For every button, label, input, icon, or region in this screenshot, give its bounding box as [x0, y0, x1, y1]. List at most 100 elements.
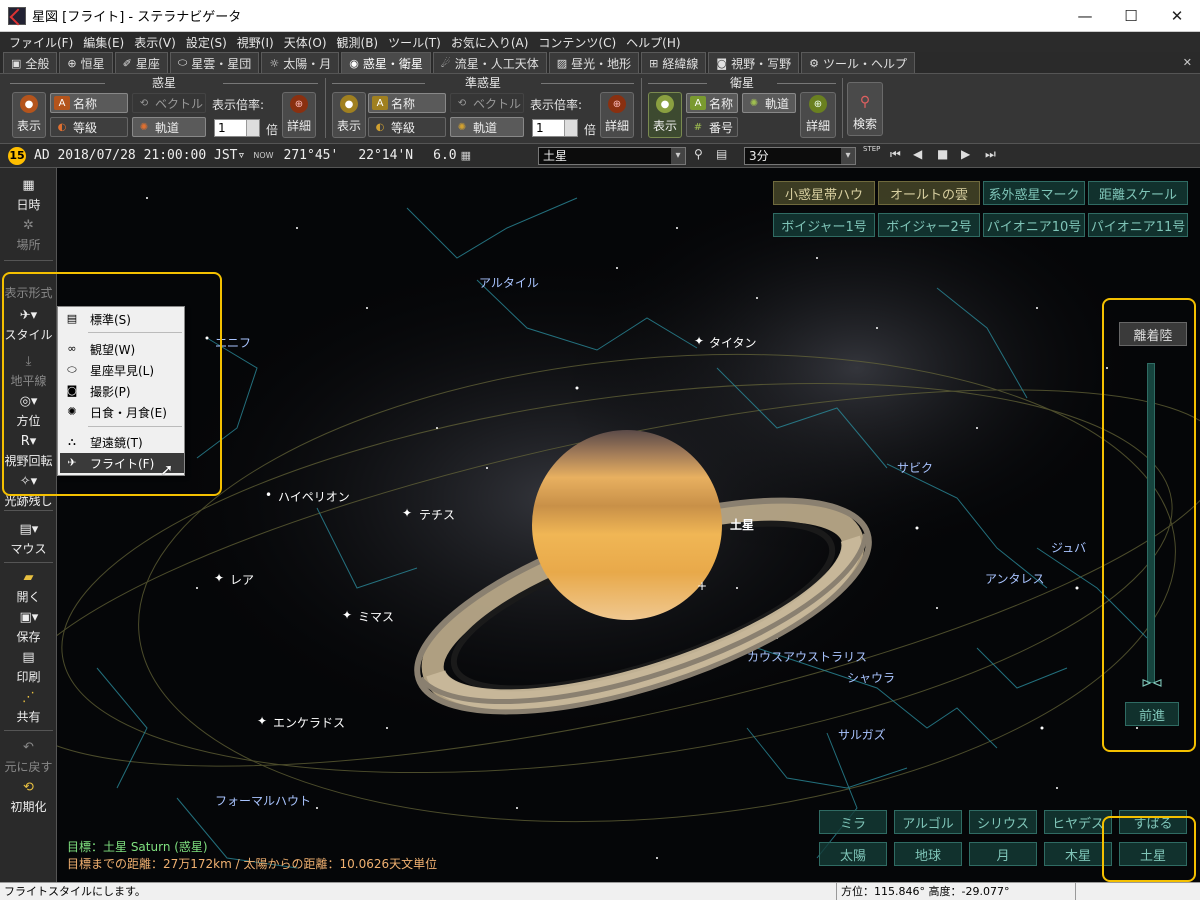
label-rhea[interactable]: レア: [230, 571, 254, 588]
reset-tool[interactable]: ⟲ 初期化: [0, 780, 57, 815]
target-moon-button[interactable]: 月: [969, 842, 1037, 866]
app-icon[interactable]: [8, 6, 26, 25]
tab-meteors[interactable]: ☄ 流星・人工天体: [432, 52, 547, 73]
skip-forward-icon[interactable]: ⏭: [985, 147, 996, 162]
label-kaus-australis[interactable]: カウスアウストラリス: [747, 648, 867, 665]
label-hyperion[interactable]: ハイペリオン: [278, 488, 350, 505]
satellite-name-toggle[interactable]: A 名称: [686, 93, 738, 113]
step-label[interactable]: STEP: [863, 145, 880, 153]
list-icon[interactable]: ▤: [716, 147, 727, 161]
time-step-select[interactable]: 3分: [744, 147, 856, 165]
latitude-display[interactable]: 22°14'N: [358, 148, 413, 163]
menu-field[interactable]: 視野(I): [232, 34, 279, 51]
label-sargas[interactable]: サルガズ: [838, 726, 886, 743]
menu-objects[interactable]: 天体(O): [279, 34, 332, 51]
tethys-marker[interactable]: ✦: [402, 506, 412, 520]
label-saturn[interactable]: 土星: [730, 516, 754, 533]
planet-vector-toggle[interactable]: ⟲ ベクトル: [132, 93, 206, 113]
target-mira-button[interactable]: ミラ: [819, 810, 887, 834]
pioneer11-button[interactable]: パイオニア11号: [1088, 213, 1188, 237]
hyperion-marker[interactable]: •: [265, 488, 272, 502]
tab-nebulae[interactable]: ⬭ 星雲・星団: [169, 52, 260, 73]
print-tool[interactable]: ▤ 印刷: [0, 650, 57, 685]
close-button[interactable]: ✕: [1154, 0, 1200, 32]
save-tool[interactable]: ▣▾ 保存: [0, 610, 57, 645]
menu-help[interactable]: ヘルプ(H): [621, 34, 685, 51]
planet-name-toggle[interactable]: A 名称: [50, 93, 128, 113]
pioneer10-button[interactable]: パイオニア10号: [983, 213, 1085, 237]
label-enceladus[interactable]: エンケラドス: [273, 714, 345, 731]
sky-canvas[interactable]: +: [57, 168, 1200, 882]
tab-tools-help[interactable]: ⚙ ツール・ヘルプ: [801, 52, 915, 73]
limit-magnitude-display[interactable]: 6.0: [433, 148, 456, 163]
minimize-button[interactable]: —: [1062, 0, 1108, 32]
label-altair[interactable]: アルタイル: [479, 274, 539, 291]
label-fomalhaut[interactable]: フォーマルハウト: [215, 792, 311, 809]
dwarf-detail-button[interactable]: ⊕ 詳細: [600, 92, 634, 138]
dwarf-name-toggle[interactable]: A 名称: [368, 93, 446, 113]
label-tethys[interactable]: テチス: [419, 506, 455, 523]
now-button[interactable]: NOW: [253, 151, 273, 160]
dwarf-vector-toggle[interactable]: ⟲ ベクトル: [450, 93, 524, 113]
maximize-button[interactable]: ☐: [1108, 0, 1154, 32]
voyager1-button[interactable]: ボイジャー1号: [773, 213, 875, 237]
location-tool[interactable]: ✲ 場所: [0, 218, 57, 253]
planet-scale-input[interactable]: 1: [214, 119, 260, 137]
label-sabik[interactable]: サビク: [897, 459, 933, 476]
share-tool[interactable]: ⋰ 共有: [0, 690, 57, 725]
keyboard-icon[interactable]: ▦: [461, 149, 471, 162]
target-earth-button[interactable]: 地球: [894, 842, 962, 866]
label-antares[interactable]: アンタレス: [985, 570, 1045, 587]
asteroid-belt-button[interactable]: 小惑星帯ハウ: [773, 181, 875, 205]
exoplanet-mark-button[interactable]: 系外惑星マーク: [983, 181, 1085, 205]
open-tool[interactable]: ▰ 開く: [0, 570, 57, 605]
tab-planets-satellites[interactable]: ◉ 惑星・衛星: [341, 52, 431, 73]
menu-observe[interactable]: 観測(B): [332, 34, 384, 51]
tab-general[interactable]: ▣ 全般: [3, 52, 58, 73]
menu-file[interactable]: ファイル(F): [4, 34, 78, 51]
tab-grid[interactable]: ⊞ 経緯線: [641, 52, 707, 73]
mouse-tool[interactable]: ▤▾ マウス: [0, 522, 57, 557]
menu-view[interactable]: 表示(V): [129, 34, 181, 51]
search-button[interactable]: ⚲ 検索: [847, 82, 883, 136]
voyager2-button[interactable]: ボイジャー2号: [878, 213, 980, 237]
target-algol-button[interactable]: アルゴル: [894, 810, 962, 834]
tab-daylight-terrain[interactable]: ▨ 昼光・地形: [548, 52, 640, 73]
label-titan[interactable]: タイタン: [709, 334, 757, 351]
label-jabbah[interactable]: ジュバ: [1051, 539, 1086, 556]
tab-stars[interactable]: ⊕ 恒星: [59, 52, 113, 73]
target-sun-button[interactable]: 太陽: [819, 842, 887, 866]
search-icon[interactable]: ⚲: [694, 147, 703, 161]
target-sirius-button[interactable]: シリウス: [969, 810, 1037, 834]
planet-show-button[interactable]: ● 表示: [12, 92, 46, 138]
menu-favorites[interactable]: お気に入り(A): [446, 34, 534, 51]
planet-detail-button[interactable]: ⊕ 詳細: [282, 92, 316, 138]
tab-sun-moon[interactable]: ☼ 太陽・月: [261, 52, 340, 73]
dwarf-show-button[interactable]: ● 表示: [332, 92, 366, 138]
dwarf-orbit-toggle[interactable]: ✺ 軌道: [450, 117, 524, 137]
satellite-detail-button[interactable]: ⊕ 詳細: [800, 92, 836, 138]
tab-constellations[interactable]: ✐ 星座: [114, 52, 168, 73]
titan-marker[interactable]: ✦: [694, 334, 704, 348]
undo-tool[interactable]: ↶ 元に戻す: [0, 740, 57, 775]
planet-orbit-toggle[interactable]: ✺ 軌道: [132, 117, 206, 137]
planet-magnitude-toggle[interactable]: ◐ 等級: [50, 117, 128, 137]
satellite-number-toggle[interactable]: # 番号: [686, 117, 738, 137]
distance-scale-button[interactable]: 距離スケール: [1088, 181, 1188, 205]
menu-contents[interactable]: コンテンツ(C): [533, 34, 621, 51]
stop-icon[interactable]: ■: [937, 147, 948, 161]
oort-cloud-button[interactable]: オールトの雲: [878, 181, 980, 205]
skip-back-icon[interactable]: ⏮: [890, 147, 901, 162]
datetime-display[interactable]: AD 2018/07/28 21:00:00 JST▿: [34, 148, 245, 163]
tab-field[interactable]: ◙ 視野・写野: [708, 52, 800, 73]
longitude-display[interactable]: 271°45': [284, 148, 339, 163]
mimas-marker[interactable]: ✦: [342, 608, 352, 622]
satellite-orbit-toggle[interactable]: ✺ 軌道: [742, 93, 796, 113]
dwarf-scale-input[interactable]: 1: [532, 119, 578, 137]
close-tab-icon[interactable]: ✕: [1183, 56, 1192, 69]
sky-view[interactable]: + ✦ タイタン • ハイペリオン ✦ テチス ✦ レア ✦ ミマス ✦ エンケ…: [57, 168, 1200, 882]
label-mimas[interactable]: ミマス: [358, 608, 394, 625]
satellite-show-button[interactable]: ● 表示: [648, 92, 682, 138]
menu-tools[interactable]: ツール(T): [383, 34, 446, 51]
saturn-body[interactable]: [532, 430, 722, 620]
